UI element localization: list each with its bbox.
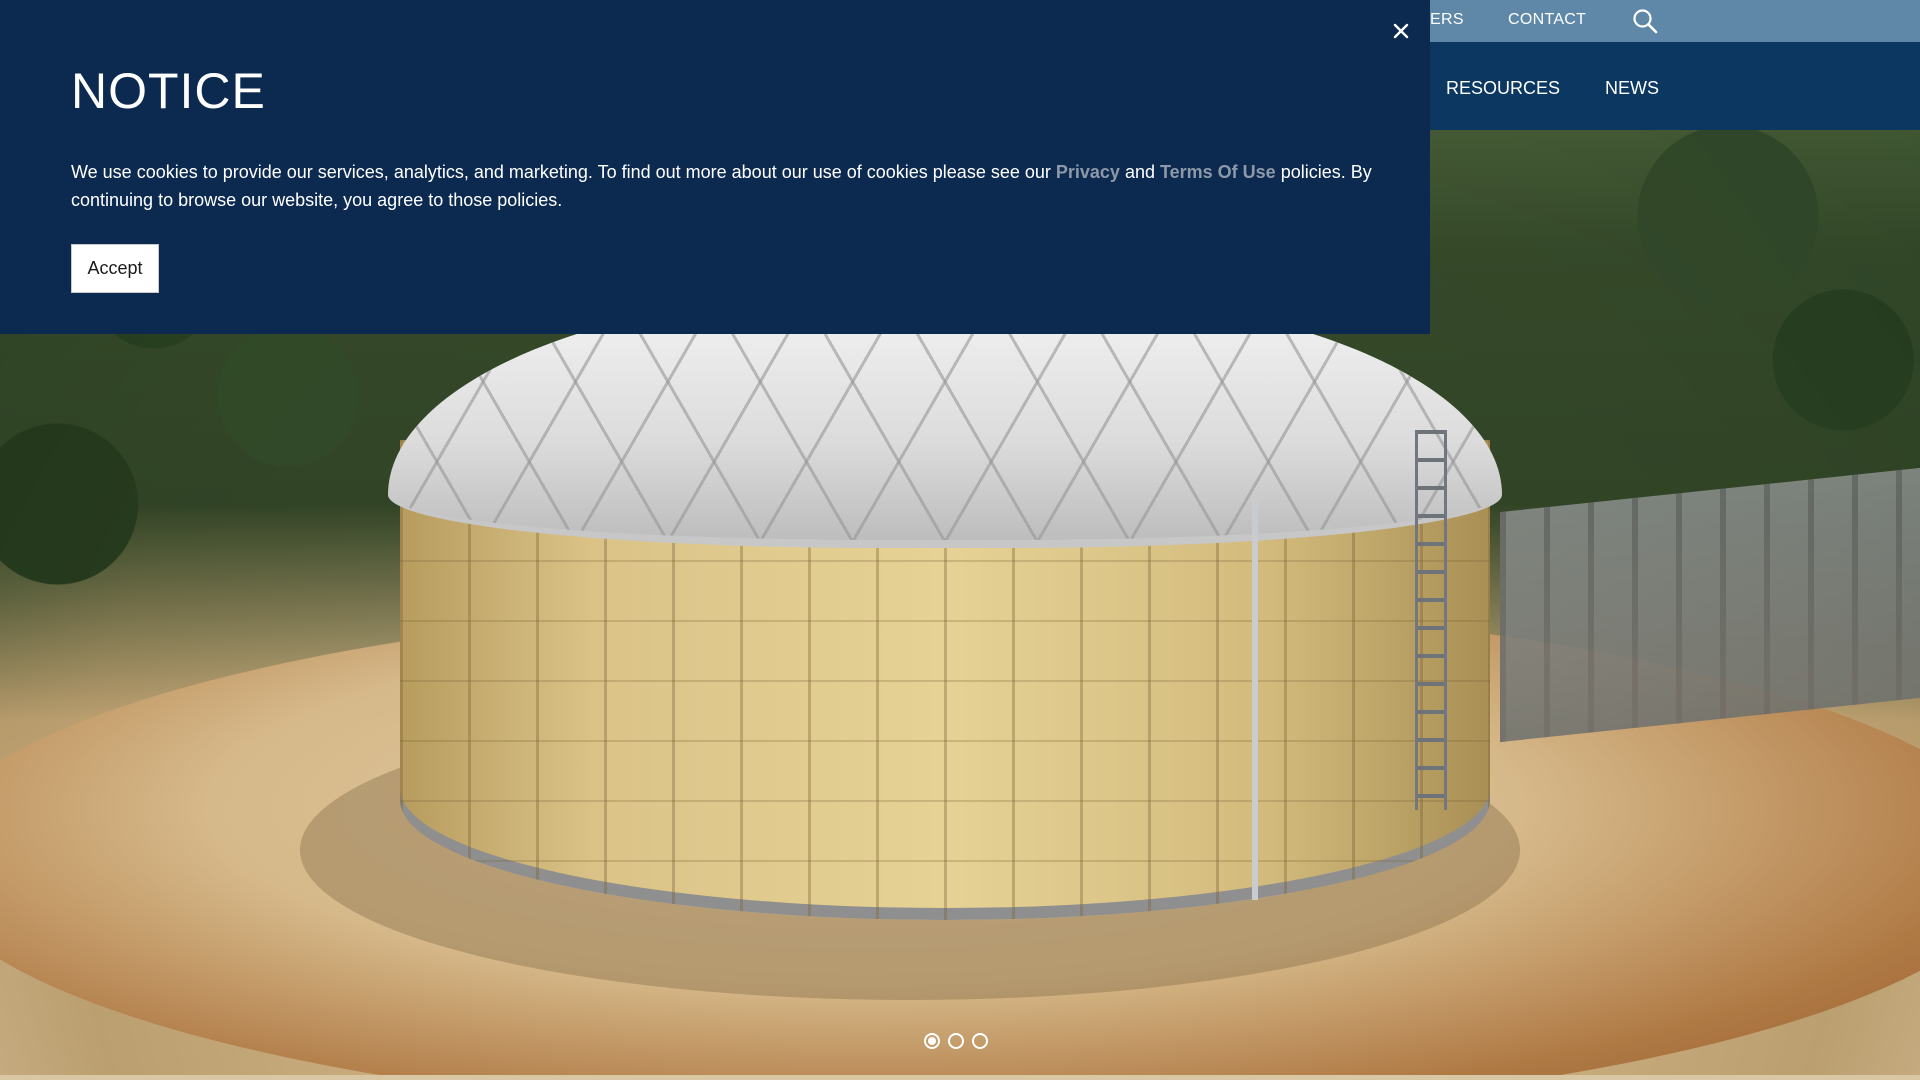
notice-text: We use cookies to provide our services, … [71,158,1391,214]
utility-link-careers[interactable]: ERS [1430,11,1464,29]
slider-dot-2[interactable] [948,1033,964,1049]
hero-construction-site [1500,467,1920,743]
slider-dot-3[interactable] [972,1033,988,1049]
nav-link-resources[interactable]: RESOURCES [1446,78,1560,99]
close-button[interactable] [1386,16,1416,46]
cookie-notice: NOTICE We use cookies to provide our ser… [0,0,1430,334]
nav-link-news[interactable]: NEWS [1605,78,1659,99]
slider-pagination [924,1033,988,1053]
accept-button[interactable]: Accept [71,244,159,293]
notice-title: NOTICE [71,63,266,119]
terms-of-use-link[interactable]: Terms Of Use [1160,162,1276,182]
tank-ladder [1415,430,1447,810]
notice-text-between: and [1119,162,1160,182]
privacy-link[interactable]: Privacy [1056,162,1120,182]
close-icon [1386,23,1416,49]
notice-text-before: We use cookies to provide our services, … [71,162,1056,182]
utility-link-contact[interactable]: CONTACT [1508,11,1586,29]
search-icon[interactable] [1632,8,1658,34]
tank-pipe [1252,500,1258,900]
slider-dot-1[interactable] [924,1033,940,1049]
